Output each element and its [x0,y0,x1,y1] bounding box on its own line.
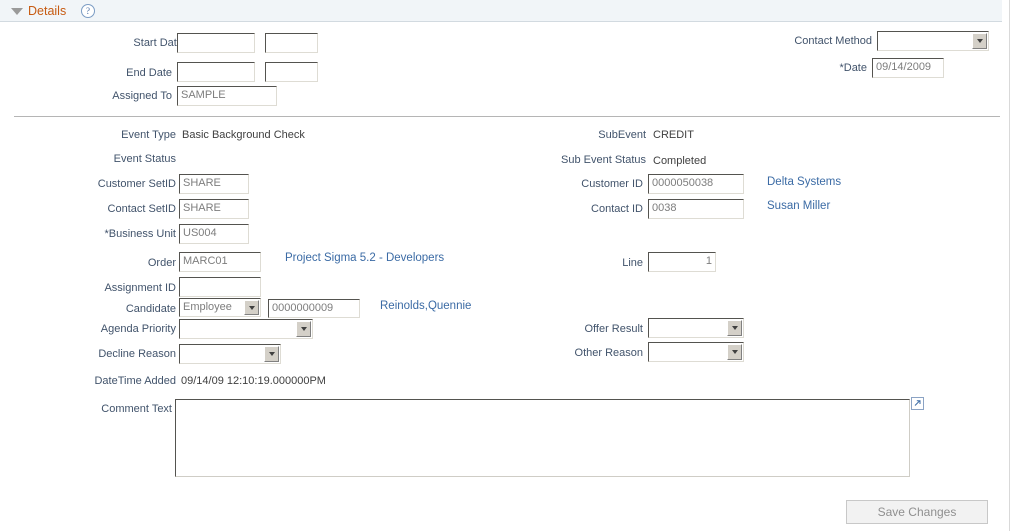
details-group-header: Details ? [0,0,1002,22]
subevent-value: CREDIT [653,129,694,141]
chevron-down-icon[interactable] [244,300,259,315]
order-label: Order [147,257,176,269]
help-question-icon[interactable]: ? [81,4,95,18]
sub-event-status-label: Sub Event Status [561,154,646,166]
contact-setid-label: Contact SetID [107,203,176,215]
chevron-down-icon[interactable] [727,320,742,336]
contact-name-link[interactable]: Susan Miller [767,200,830,212]
datetime-added-value: 09/14/09 12:10:19.000000PM [181,375,326,387]
chevron-down-icon[interactable] [264,346,279,362]
assignment-id-label: Assignment ID [104,282,176,294]
customer-id-label: Customer ID [581,178,643,190]
expand-popout-icon[interactable] [911,397,924,410]
save-changes-button[interactable]: Save Changes [846,500,988,524]
order-description-link[interactable]: Project Sigma 5.2 - Developers [285,252,444,264]
date-input[interactable]: 09/14/2009 [872,58,944,78]
customer-setid-input[interactable]: SHARE [179,174,249,194]
chevron-down-icon[interactable] [727,344,742,360]
other-reason-select[interactable] [648,342,744,362]
customer-setid-label: Customer SetID [97,178,176,190]
chevron-down-icon[interactable] [972,33,987,49]
contact-id-input[interactable]: 0038 [648,199,744,219]
start-date-label: Start Date: [133,37,186,49]
subevent-label: SubEvent [598,129,646,141]
end-date-input[interactable] [177,62,255,82]
customer-id-input[interactable]: 0000050038 [648,174,744,194]
page-title[interactable]: Details [28,4,66,18]
event-status-label: Event Status [113,153,176,165]
details-form-page: Details ? Start Date: End Date Assigned … [0,0,1010,531]
start-date-input[interactable] [177,33,255,53]
sub-event-status-value: Completed [653,155,707,167]
other-reason-label: Other Reason [574,347,643,359]
event-type-value: Basic Background Check [182,129,305,141]
chevron-down-icon[interactable] [296,321,311,337]
comment-text-label: Comment Text [101,403,172,415]
candidate-label: Candidate [125,303,176,315]
assigned-to-input[interactable]: SAMPLE [177,86,277,106]
agenda-priority-label: Agenda Priority [100,323,176,335]
agenda-priority-select[interactable] [179,319,313,339]
contact-id-label: Contact ID [591,203,643,215]
candidate-name-link[interactable]: Reinolds,Quennie [380,300,471,312]
collapse-triangle-icon[interactable] [11,8,23,15]
order-input[interactable]: MARC01 [179,252,261,272]
business-unit-label: *Business Unit [104,228,176,240]
offer-result-label: Offer Result [584,323,644,335]
decline-reason-label: Decline Reason [98,348,176,360]
assignment-id-input[interactable] [179,277,261,297]
candidate-type-value: Employee [183,301,232,313]
business-unit-input[interactable]: US004 [179,224,249,244]
comment-text-input[interactable] [175,399,910,477]
customer-name-link[interactable]: Delta Systems [767,176,841,188]
section-divider [14,116,1000,117]
assigned-to-label: Assigned To [112,90,172,102]
end-date-label: End Date [126,67,172,79]
line-input[interactable]: 1 [648,252,716,272]
contact-setid-input[interactable]: SHARE [179,199,249,219]
contact-method-label: Contact Method [794,35,872,47]
start-date-time-input[interactable] [265,33,318,53]
candidate-type-select[interactable]: Employee [179,298,261,317]
offer-result-select[interactable] [648,318,744,338]
decline-reason-select[interactable] [179,344,281,364]
candidate-id-input[interactable]: 0000000009 [268,299,360,318]
event-type-label: Event Type [121,129,176,141]
contact-method-select[interactable] [877,31,989,51]
end-date-time-input[interactable] [265,62,318,82]
date-label: *Date [839,62,867,74]
line-label: Line [622,257,643,269]
datetime-added-label: DateTime Added [94,375,176,387]
